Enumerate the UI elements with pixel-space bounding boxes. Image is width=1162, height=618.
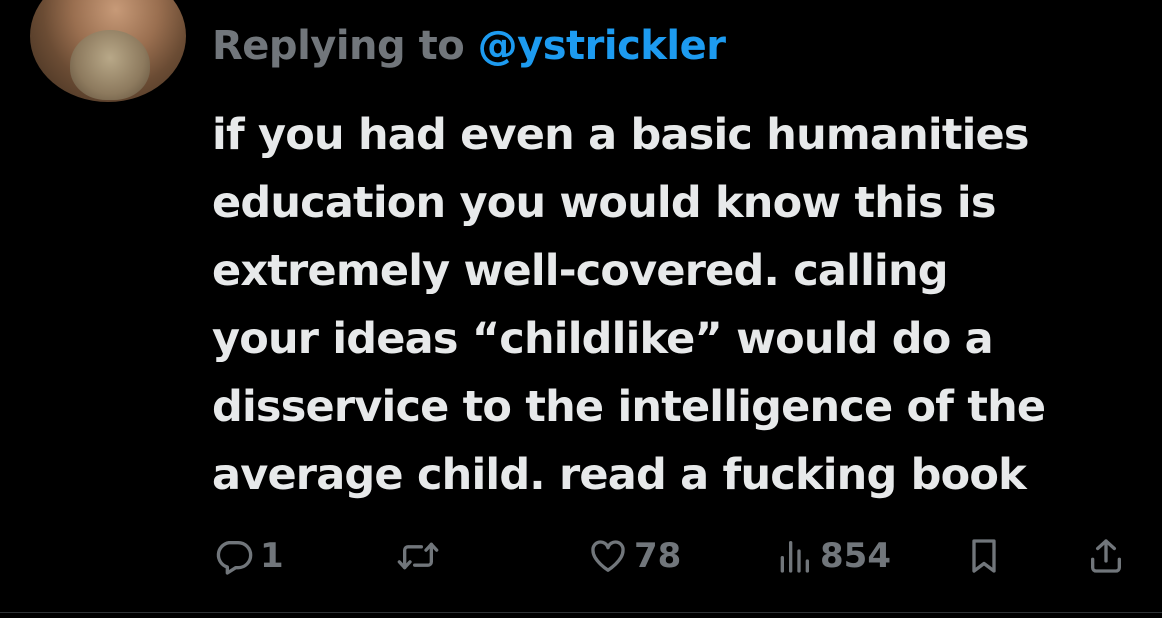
views-bar-icon bbox=[780, 541, 809, 573]
retweet-icon bbox=[397, 542, 439, 570]
action-bar: 1 78 854 bbox=[0, 528, 1162, 584]
tweet-text-line: if you had even a basic humanities bbox=[212, 110, 1030, 160]
share-button[interactable] bbox=[1086, 528, 1126, 584]
like-count: 78 bbox=[634, 536, 682, 576]
bookmark-button[interactable] bbox=[964, 528, 1004, 584]
retweet-button[interactable] bbox=[396, 528, 440, 584]
bookmark-icon bbox=[972, 539, 996, 573]
replying-to-label: Replying to bbox=[212, 23, 465, 69]
tweet: Replying to @ystrickler if you had even … bbox=[0, 0, 1162, 618]
tweet-text: if you had even a basic humanities educa… bbox=[212, 101, 1132, 509]
replying-to-handle-link[interactable]: @ystrickler bbox=[478, 23, 726, 69]
tweet-text-line: average child. read a fucking book bbox=[212, 450, 1027, 500]
views-button[interactable]: 854 bbox=[774, 528, 891, 584]
tweet-text-line: disservice to the intelligence of the bbox=[212, 382, 1046, 432]
share-icon bbox=[1091, 539, 1121, 573]
like-button[interactable]: 78 bbox=[588, 528, 681, 584]
reply-button[interactable]: 1 bbox=[214, 528, 284, 584]
tweet-text-line: education you would know this is bbox=[212, 178, 996, 228]
tweet-text-line: your ideas “childlike” would do a bbox=[212, 314, 994, 364]
heart-icon bbox=[591, 540, 625, 572]
avatar[interactable] bbox=[30, 0, 186, 102]
reply-count: 1 bbox=[260, 536, 284, 576]
reply-icon bbox=[216, 541, 253, 575]
replying-to: Replying to @ystrickler bbox=[212, 20, 726, 72]
tweet-text-line: extremely well-covered. calling bbox=[212, 246, 949, 296]
divider bbox=[0, 612, 1162, 613]
views-count: 854 bbox=[820, 536, 891, 576]
avatar-beard bbox=[70, 30, 150, 100]
